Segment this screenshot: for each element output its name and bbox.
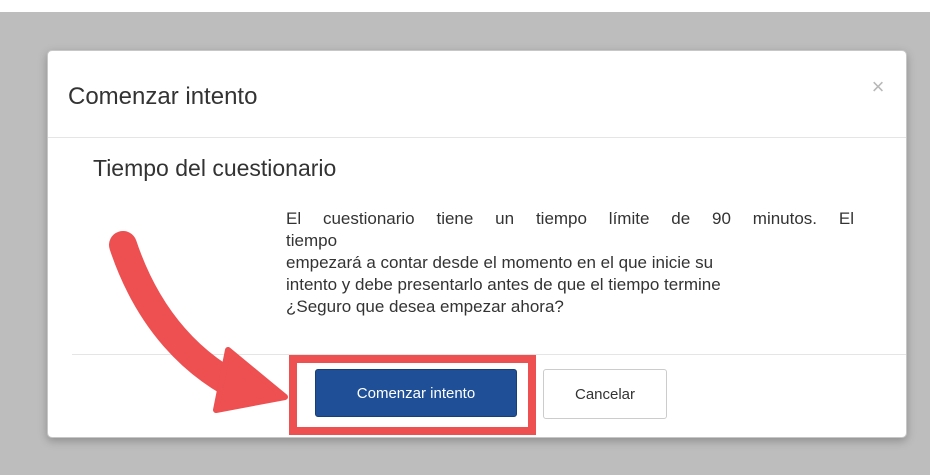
message-line: El cuestionario tiene un tiempo límite d…: [286, 209, 854, 228]
close-button[interactable]: ×: [866, 75, 890, 99]
footer-divider: [72, 354, 906, 355]
dialog-header: Comenzar intento ×: [48, 51, 906, 138]
dialog-title: Comenzar intento: [68, 83, 258, 110]
section-heading: Tiempo del cuestionario: [93, 155, 337, 181]
start-attempt-button[interactable]: Comenzar intento: [315, 369, 517, 417]
message-line: tiempo: [286, 231, 338, 250]
message-line: ¿Seguro que desea empezar ahora?: [286, 297, 564, 316]
message-line: intento y debe presentarlo antes de que …: [286, 275, 721, 294]
dialog-message: El cuestionario tiene un tiempo límite d…: [286, 208, 854, 318]
start-attempt-dialog: Comenzar intento × Tiempo del cuestionar…: [47, 50, 907, 438]
message-line: empezará a contar desde el momento en el…: [286, 253, 714, 272]
cancel-button[interactable]: Cancelar: [543, 369, 667, 419]
